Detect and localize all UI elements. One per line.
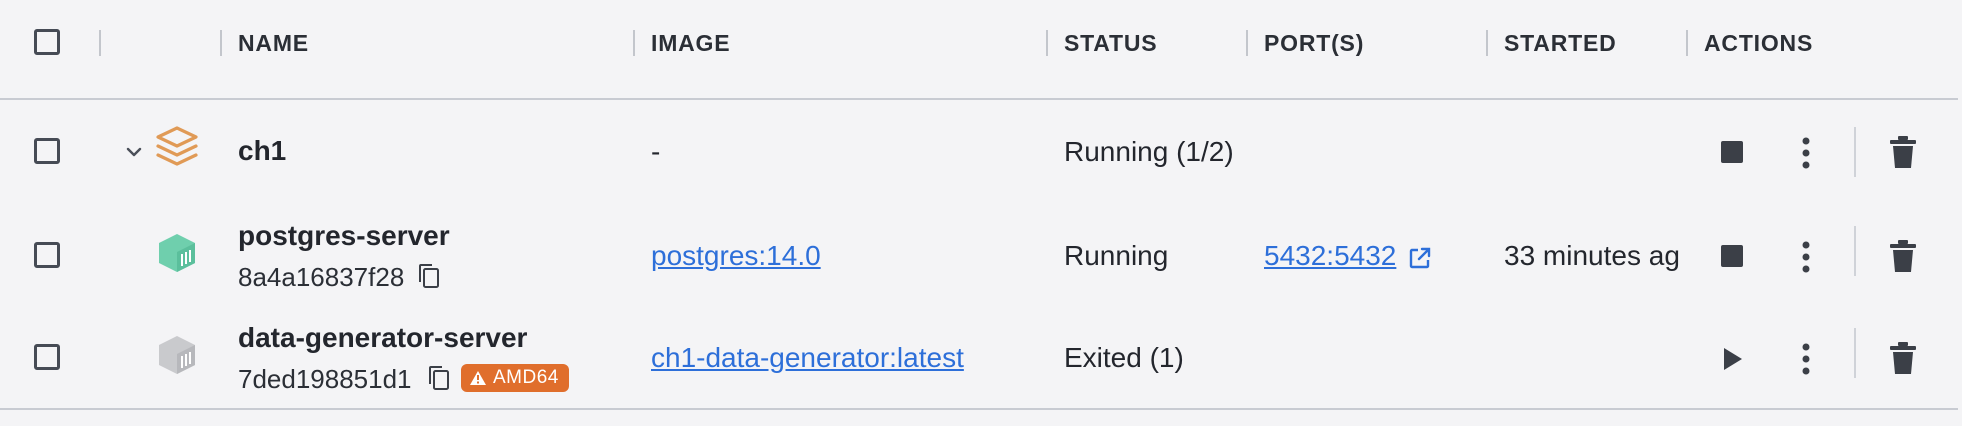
warning-icon xyxy=(470,371,486,385)
trash-icon[interactable] xyxy=(1888,134,1918,170)
column-separator[interactable] xyxy=(220,30,222,56)
column-header-image[interactable]: IMAGE xyxy=(651,30,730,57)
container-icon xyxy=(159,336,195,374)
more-options-icon[interactable] xyxy=(1796,240,1816,274)
status-text: Running xyxy=(1064,240,1169,271)
container-name[interactable]: data-generator-server xyxy=(238,322,527,354)
row-checkbox[interactable] xyxy=(34,344,60,370)
external-link-icon[interactable] xyxy=(1408,246,1432,270)
stop-icon[interactable] xyxy=(1720,244,1744,268)
badge-label: AMD64 xyxy=(493,367,559,388)
image-link[interactable]: postgres:14.0 xyxy=(651,240,821,272)
column-separator[interactable] xyxy=(633,30,635,56)
stop-icon[interactable] xyxy=(1720,140,1744,164)
column-header-ports[interactable]: PORT(S) xyxy=(1264,30,1364,57)
more-options-icon[interactable] xyxy=(1796,342,1816,376)
container-name[interactable]: postgres-server xyxy=(238,220,450,252)
row-checkbox[interactable] xyxy=(34,242,60,268)
table-row[interactable]: data-generator-server 7ded198851d1 AMD64… xyxy=(0,306,1962,410)
play-icon[interactable] xyxy=(1722,346,1744,372)
status-text: Running (1/2) xyxy=(1064,136,1234,167)
port-link[interactable]: 5432:5432 xyxy=(1264,240,1396,272)
container-id: 7ded198851d1 xyxy=(238,364,412,394)
row-checkbox[interactable] xyxy=(34,138,60,164)
started-time: 33 minutes ag xyxy=(1504,240,1680,271)
image-name: - xyxy=(651,136,661,167)
column-header-actions: ACTIONS xyxy=(1704,30,1814,56)
chevron-down-icon[interactable] xyxy=(124,142,144,162)
column-separator[interactable] xyxy=(1486,30,1488,56)
container-id: 8a4a16837f28 xyxy=(238,262,405,292)
table-header: NAME IMAGE STATUS PORT(S) STARTED ACTION… xyxy=(0,0,1958,100)
action-divider xyxy=(1854,226,1856,276)
column-separator[interactable] xyxy=(99,30,101,56)
action-divider xyxy=(1854,328,1856,378)
select-all-checkbox[interactable] xyxy=(34,29,60,55)
copy-icon[interactable] xyxy=(418,263,440,289)
column-separator[interactable] xyxy=(1246,30,1248,56)
column-header-name[interactable]: NAME xyxy=(238,30,309,57)
stack-icon xyxy=(156,126,198,166)
column-separator[interactable] xyxy=(1046,30,1048,56)
column-header-status[interactable]: STATUS xyxy=(1064,30,1157,57)
column-header-started[interactable]: STARTED xyxy=(1504,30,1617,57)
container-name[interactable]: ch1 xyxy=(238,135,286,167)
action-divider xyxy=(1854,127,1856,177)
more-options-icon[interactable] xyxy=(1796,136,1816,170)
image-link[interactable]: ch1-data-generator:latest xyxy=(651,342,964,374)
container-icon xyxy=(159,234,195,272)
status-text: Exited (1) xyxy=(1064,342,1184,373)
trash-icon[interactable] xyxy=(1888,340,1918,376)
column-separator[interactable] xyxy=(1686,30,1688,56)
table-bottom-border xyxy=(0,408,1958,410)
trash-icon[interactable] xyxy=(1888,238,1918,274)
table-row[interactable]: postgres-server 8a4a16837f28 postgres:14… xyxy=(0,204,1962,308)
architecture-badge: AMD64 xyxy=(461,364,569,392)
table-row[interactable]: ch1 - Running (1/2) xyxy=(0,100,1962,204)
copy-icon[interactable] xyxy=(428,365,450,391)
